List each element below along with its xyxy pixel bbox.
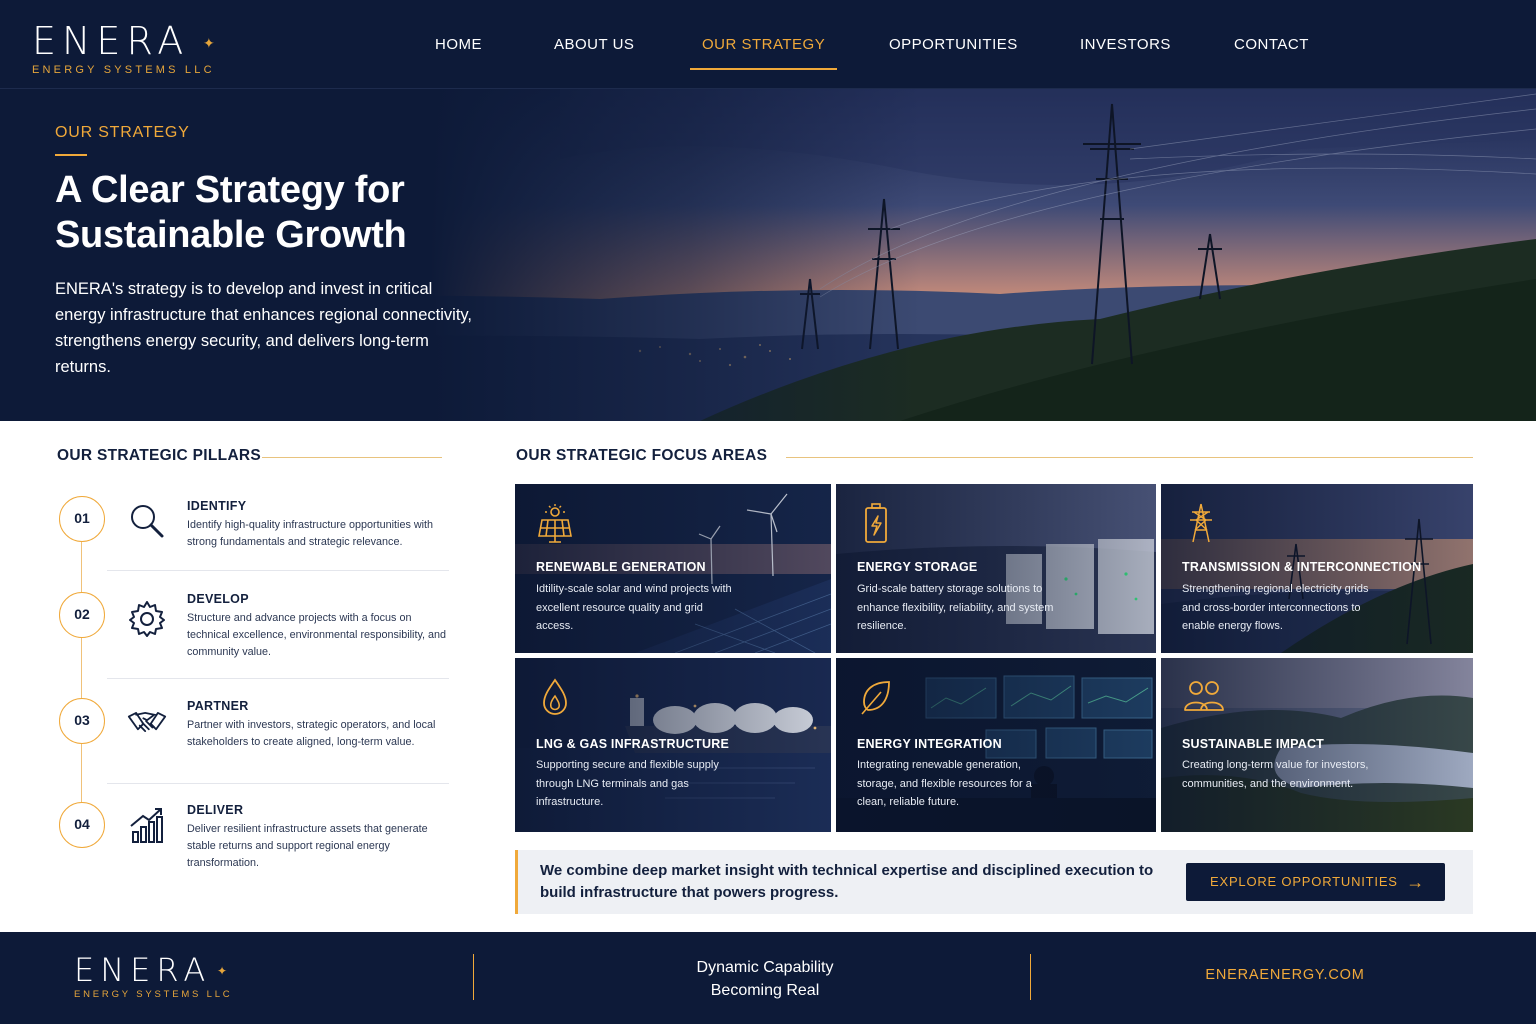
brand-logo[interactable]: ENERA ✦ ENERGY SYSTEMS LLC xyxy=(32,22,215,76)
footer-brand-name: ENERA xyxy=(74,951,212,989)
pillars-title-rule xyxy=(262,457,442,458)
nav-contact[interactable]: CONTACT xyxy=(1234,0,1309,89)
brand-star-icon: ✦ xyxy=(203,35,215,51)
pillar-desc: Partner with investors, strategic operat… xyxy=(187,719,436,748)
brand-name: ENERA xyxy=(32,19,190,63)
site-footer: ENERA ✦ ENERGY SYSTEMS LLC Dynamic Capab… xyxy=(0,932,1536,1024)
pillars-timeline xyxy=(81,540,82,805)
hero-body: ENERA's strategy is to develop and inves… xyxy=(55,280,473,376)
card-desc: Integrating renewable generation, storag… xyxy=(857,759,1032,808)
pillar-title: IDENTIFY xyxy=(187,499,247,513)
site-header: ENERA ✦ ENERGY SYSTEMS LLC HOME ABOUT US… xyxy=(0,0,1536,89)
hero-section: OUR STRATEGY A Clear Strategy for Sustai… xyxy=(0,89,1536,421)
flame-drop-icon xyxy=(543,678,567,715)
focus-title: OUR STRATEGIC FOCUS AREAS xyxy=(516,447,768,464)
power-tower-icon xyxy=(1190,503,1212,543)
footer-star-icon: ✦ xyxy=(217,964,228,978)
cta-text: We combine deep market insight with tech… xyxy=(540,862,1154,901)
pillar-title: DEVELOP xyxy=(187,592,249,606)
pillar-number: 02 xyxy=(59,592,105,638)
card-title: RENEWABLE GENERATION xyxy=(536,560,706,574)
gear-icon xyxy=(129,601,165,637)
nav-our-strategy[interactable]: OUR STRATEGY xyxy=(689,0,838,89)
card-title: LNG & GAS INFRASTRUCTURE xyxy=(536,737,729,751)
tagline-line-1: Dynamic Capability xyxy=(696,959,834,976)
focus-card-lng[interactable]: LNG & GAS INFRASTRUCTURE Supporting secu… xyxy=(515,658,831,832)
focus-card-storage[interactable]: ENERGY STORAGE Grid-scale battery storag… xyxy=(836,484,1156,653)
card-desc: Grid-scale battery storage solutions to … xyxy=(857,583,1054,632)
pillar-number: 04 xyxy=(59,802,105,848)
eyebrow-underline xyxy=(55,154,87,156)
nav-investors[interactable]: INVESTORS xyxy=(1080,0,1171,89)
focus-card-impact[interactable]: SUSTAINABLE IMPACT Creating long-term va… xyxy=(1161,658,1473,832)
pillar-title: PARTNER xyxy=(187,699,249,713)
pillar-desc: Deliver resilient infrastructure assets … xyxy=(187,823,428,869)
people-icon xyxy=(1184,681,1224,711)
pillar-divider xyxy=(107,678,449,679)
pillar-title: DELIVER xyxy=(187,803,244,817)
pillar-number: 03 xyxy=(59,698,105,744)
explore-opportunities-button[interactable]: EXPLORE OPPORTUNITIES → xyxy=(1186,863,1445,901)
pillar-divider xyxy=(107,570,449,571)
card-title: ENERGY INTEGRATION xyxy=(857,737,1002,751)
solar-panel-icon xyxy=(538,504,572,543)
nav-home[interactable]: HOME xyxy=(435,0,482,89)
pillar-desc: Structure and advance projects with a fo… xyxy=(187,612,447,658)
magnifier-icon xyxy=(131,505,164,538)
card-desc: Strengthening regional electricity grids… xyxy=(1182,583,1369,632)
card-desc: Creating long-term value for investors, … xyxy=(1182,759,1369,790)
battery-icon xyxy=(865,503,887,543)
hero-eyebrow: OUR STRATEGY xyxy=(55,124,190,141)
pillar-divider xyxy=(107,783,449,784)
card-title: SUSTAINABLE IMPACT xyxy=(1182,737,1325,751)
footer-website-link[interactable]: ENERAENERGY.COM xyxy=(1180,967,1390,983)
handshake-icon xyxy=(127,711,167,732)
leaf-icon xyxy=(861,681,890,715)
cta-banner: We combine deep market insight with tech… xyxy=(515,850,1473,914)
focus-card-renewable[interactable]: RENEWABLE GENERATION Idtility-scale sola… xyxy=(515,484,831,653)
button-label: EXPLORE OPPORTUNITIES xyxy=(1210,874,1398,889)
focus-card-transmission[interactable]: TRANSMISSION & INTERCONNECTION Strengthe… xyxy=(1161,484,1473,653)
arrow-right-icon: → xyxy=(1406,872,1425,892)
card-title: TRANSMISSION & INTERCONNECTION xyxy=(1182,560,1422,574)
card-desc: Idtility-scale solar and wind projects w… xyxy=(536,583,732,632)
pillar-desc: Identify high-quality infrastructure opp… xyxy=(187,519,434,548)
footer-logo[interactable]: ENERA ✦ ENERGY SYSTEMS LLC xyxy=(74,954,232,1000)
pillars-title: OUR STRATEGIC PILLARS xyxy=(57,447,262,464)
nav-about-us[interactable]: ABOUT US xyxy=(554,0,634,89)
card-desc: Supporting secure and flexible supply th… xyxy=(536,759,719,808)
hero-title: A Clear Strategy for Sustainable Growth xyxy=(55,169,407,256)
footer-tagline: Dynamic Capability Becoming Real xyxy=(640,956,890,1002)
focus-title-rule xyxy=(786,457,1473,458)
brand-subtitle: ENERGY SYSTEMS LLC xyxy=(32,64,215,76)
nav-opportunities[interactable]: OPPORTUNITIES xyxy=(889,0,1018,89)
hero-content: OUR STRATEGY A Clear Strategy for Sustai… xyxy=(55,124,475,380)
footer-brand-subtitle: ENERGY SYSTEMS LLC xyxy=(74,989,233,1000)
footer-separator xyxy=(1030,954,1031,1000)
footer-separator xyxy=(473,954,474,1000)
card-title: ENERGY STORAGE xyxy=(857,560,978,574)
growth-chart-icon xyxy=(130,808,163,843)
focus-card-integration[interactable]: ENERGY INTEGRATION Integrating renewable… xyxy=(836,658,1156,832)
pillar-number: 01 xyxy=(59,496,105,542)
tagline-line-2: Becoming Real xyxy=(710,982,820,999)
